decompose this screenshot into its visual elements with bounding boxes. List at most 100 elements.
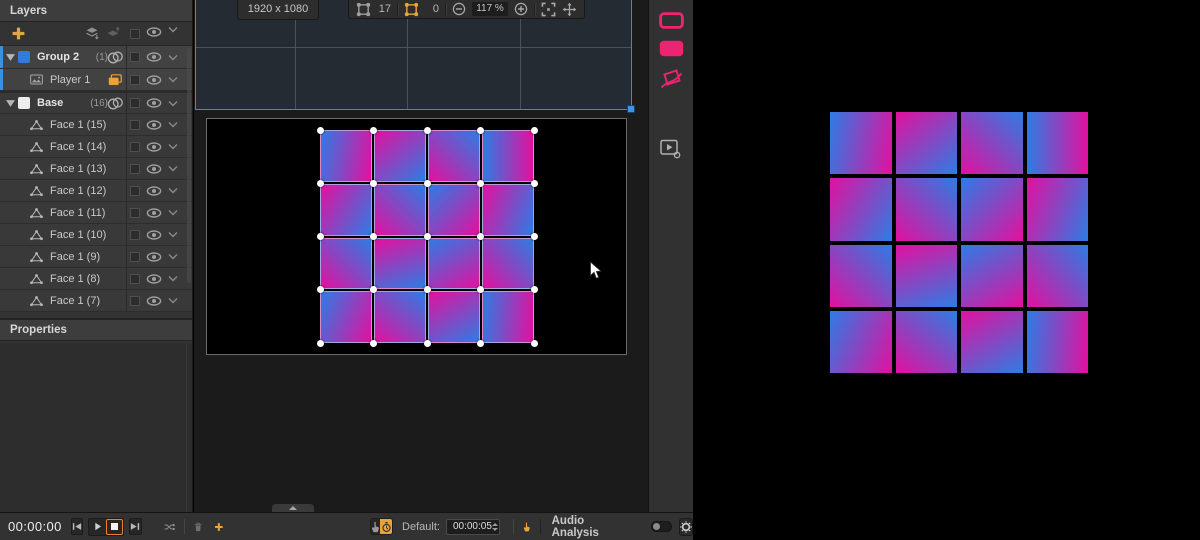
layers-options-chevron-icon[interactable] [168, 26, 178, 33]
mapped-face-cell[interactable] [482, 237, 534, 290]
visibility-all-eye-icon[interactable] [146, 26, 162, 38]
expander-icon[interactable] [6, 99, 15, 107]
selection-corner-handle[interactable] [627, 105, 635, 113]
mapped-face-cell[interactable] [428, 183, 480, 236]
mapped-face-cell[interactable] [374, 291, 426, 343]
layer-row-group-2[interactable]: Group 2 (1) [0, 46, 192, 69]
visibility-eye-icon[interactable] [146, 119, 162, 131]
layer-row-face-1-7-[interactable]: Face 1 (7) [0, 290, 192, 312]
layer-row-base[interactable]: Base (16) [0, 91, 192, 114]
delete-scene-icon[interactable] [194, 520, 203, 534]
bezier-warp-icon[interactable] [404, 2, 419, 17]
add-layer-button[interactable] [11, 26, 26, 41]
layer-options-chevron-icon[interactable] [168, 143, 178, 150]
visibility-eye-icon[interactable] [146, 207, 162, 219]
layer-row-face-1-10-[interactable]: Face 1 (10) [0, 224, 192, 246]
visibility-eye-icon[interactable] [146, 229, 162, 241]
layer-options-chevron-icon[interactable] [168, 253, 178, 260]
perspective-warp-icon[interactable] [356, 2, 371, 17]
mapped-face-cell[interactable] [374, 130, 426, 182]
layer-options-chevron-icon[interactable] [168, 121, 178, 128]
zoom-out-icon[interactable] [452, 2, 466, 16]
tap-tempo-icon[interactable] [523, 520, 531, 534]
manual-advance-segment[interactable] [370, 519, 381, 534]
shuffle-icon[interactable] [164, 521, 176, 533]
layer-select-checkbox[interactable] [130, 229, 140, 240]
default-duration-input[interactable]: 00:00:05 [445, 518, 500, 535]
timeline-expand-tab[interactable] [272, 504, 314, 512]
visibility-eye-icon[interactable] [146, 163, 162, 175]
move-layer-up-icon[interactable] [105, 26, 121, 40]
draw-rectangle-outline-icon[interactable] [658, 12, 684, 29]
skip-start-button[interactable] [70, 518, 84, 535]
visibility-eye-icon[interactable] [146, 273, 162, 285]
mapped-face-cell[interactable] [428, 237, 480, 290]
stepper-down-icon[interactable] [491, 527, 498, 531]
skip-end-button[interactable] [129, 518, 142, 535]
layer-options-chevron-icon[interactable] [168, 100, 178, 107]
layer-options-chevron-icon[interactable] [168, 297, 178, 304]
visibility-eye-icon[interactable] [146, 51, 162, 63]
timer-advance-segment[interactable] [380, 519, 393, 534]
layer-options-chevron-icon[interactable] [168, 231, 178, 238]
mapped-face-cell[interactable] [320, 130, 372, 182]
layer-select-checkbox[interactable] [130, 119, 140, 130]
canvas-workspace[interactable]: 1920 x 1080 17 0 117 % [194, 0, 648, 512]
mapped-face-cell[interactable] [320, 291, 372, 343]
layer-row-face-1-15-[interactable]: Face 1 (15) [0, 114, 192, 136]
layer-select-checkbox[interactable] [130, 273, 140, 284]
output-settings-icon[interactable] [660, 139, 682, 159]
mapped-face-cell[interactable] [320, 183, 372, 236]
layer-row-player-1[interactable]: Player 1 [0, 69, 192, 91]
mapped-face-cell[interactable] [428, 291, 480, 343]
layer-row-face-1-11-[interactable]: Face 1 (11) [0, 202, 192, 224]
layer-select-checkbox[interactable] [130, 251, 140, 262]
layer-select-checkbox[interactable] [130, 141, 140, 152]
layer-options-chevron-icon[interactable] [168, 187, 178, 194]
layer-row-face-1-9-[interactable]: Face 1 (9) [0, 246, 192, 268]
zoom-in-icon[interactable] [514, 2, 528, 16]
layer-row-face-1-14-[interactable]: Face 1 (14) [0, 136, 192, 158]
play-button[interactable] [89, 519, 106, 535]
draw-rectangle-filled-icon[interactable] [659, 40, 684, 57]
layer-color-swatch[interactable] [18, 51, 30, 63]
fit-view-icon[interactable] [541, 2, 556, 17]
layer-select-checkbox[interactable] [130, 185, 140, 196]
visibility-eye-icon[interactable] [146, 97, 162, 109]
stop-button[interactable] [106, 518, 124, 535]
stepper-up-icon[interactable] [491, 522, 498, 526]
visibility-eye-icon[interactable] [146, 141, 162, 153]
layer-options-chevron-icon[interactable] [168, 54, 178, 61]
mapped-face-cell[interactable] [482, 291, 534, 343]
layer-select-checkbox[interactable] [130, 98, 140, 108]
mapped-face-cell[interactable] [374, 237, 426, 290]
layer-select-checkbox[interactable] [130, 295, 140, 306]
layer-select-checkbox[interactable] [130, 52, 140, 62]
layers-scrollbar[interactable] [187, 48, 191, 283]
mapped-face-cell[interactable] [320, 237, 372, 290]
visibility-eye-icon[interactable] [146, 251, 162, 263]
move-layer-down-icon[interactable] [84, 26, 100, 40]
layer-options-chevron-icon[interactable] [168, 209, 178, 216]
layer-options-chevron-icon[interactable] [168, 275, 178, 282]
layer-select-checkbox[interactable] [130, 163, 140, 174]
audio-settings-button[interactable] [679, 517, 694, 536]
visibility-eye-icon[interactable] [146, 74, 162, 86]
layer-options-chevron-icon[interactable] [168, 165, 178, 172]
draw-freehand-shape-icon[interactable] [660, 68, 683, 89]
expander-icon[interactable] [6, 53, 15, 61]
layer-row-face-1-13-[interactable]: Face 1 (13) [0, 158, 192, 180]
pan-icon[interactable] [562, 2, 577, 17]
select-all-checkbox[interactable] [130, 29, 140, 39]
audio-analysis-toggle[interactable] [651, 521, 673, 532]
mapped-face-cell[interactable] [428, 130, 480, 182]
layer-options-chevron-icon[interactable] [168, 76, 178, 83]
layer-row-face-1-12-[interactable]: Face 1 (12) [0, 180, 192, 202]
mapped-face-cell[interactable] [482, 183, 534, 236]
add-scene-button[interactable] [214, 520, 224, 534]
zoom-level[interactable]: 117 % [472, 2, 508, 16]
layer-color-swatch[interactable] [18, 97, 30, 109]
mapped-face-cell[interactable] [482, 130, 534, 182]
visibility-eye-icon[interactable] [146, 295, 162, 307]
output-canvas[interactable] [206, 118, 627, 355]
